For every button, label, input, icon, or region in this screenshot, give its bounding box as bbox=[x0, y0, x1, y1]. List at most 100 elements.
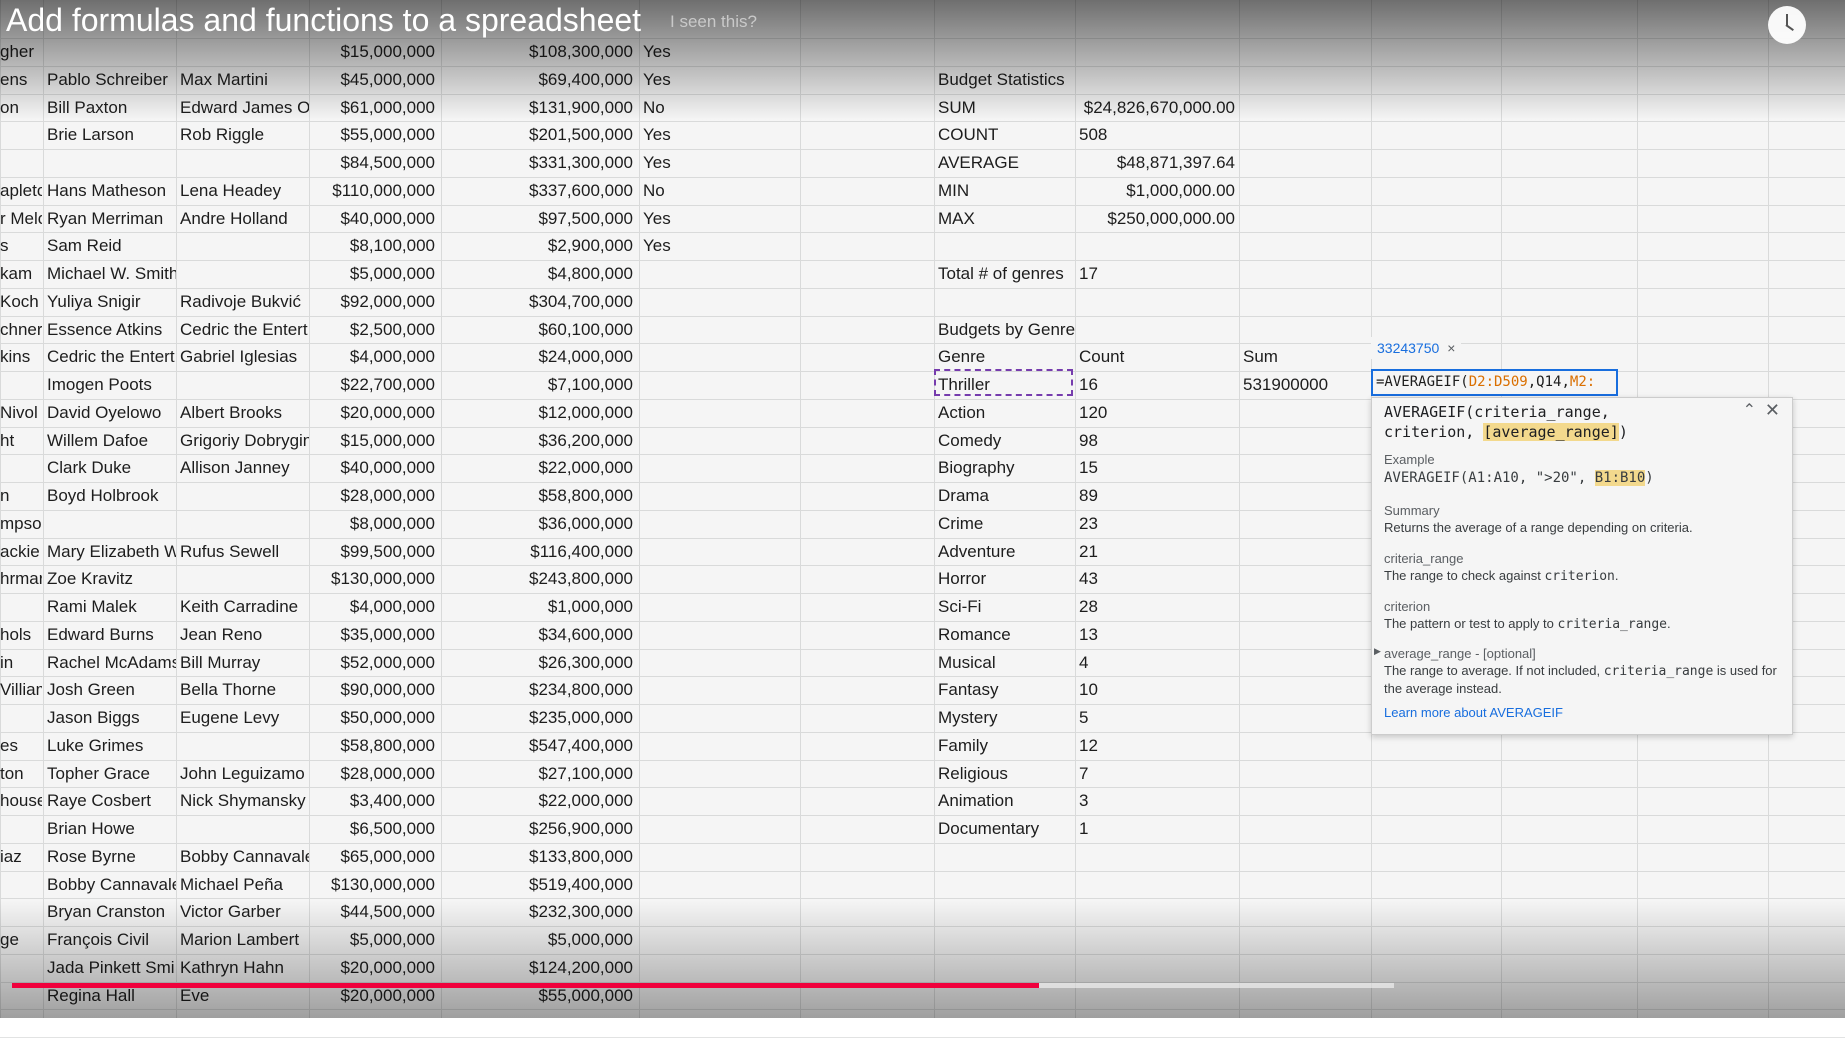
cell-actor-2[interactable]: Jada Pinkett Smi bbox=[47, 954, 176, 981]
genre-table-title[interactable]: Budgets by Genre bbox=[938, 316, 1138, 343]
genre-name[interactable]: Religious bbox=[938, 760, 1073, 787]
cell-actor-3[interactable]: Eugene Levy bbox=[180, 704, 309, 731]
cell-flag[interactable]: Yes bbox=[643, 232, 793, 259]
cell-lead-actor[interactable]: kins bbox=[0, 343, 42, 370]
genre-count[interactable]: 13 bbox=[1079, 621, 1219, 648]
cell-lead-actor[interactable]: ht bbox=[0, 427, 42, 454]
genres-total-label[interactable]: Total # of genres bbox=[938, 260, 1078, 287]
cell-gross[interactable]: $7,100,000 bbox=[441, 371, 633, 398]
chevron-up-icon[interactable]: ⌃ bbox=[1743, 400, 1756, 420]
cell-actor-3[interactable]: Bill Murray bbox=[180, 649, 309, 676]
cell-actor-2[interactable]: Brian Howe bbox=[47, 815, 176, 842]
cell-lead-actor[interactable] bbox=[0, 871, 42, 898]
cell-lead-actor[interactable]: Koch bbox=[0, 288, 42, 315]
cell-flag[interactable] bbox=[643, 454, 793, 481]
cell-budget[interactable]: $5,000,000 bbox=[309, 926, 435, 953]
cell-lead-actor[interactable]: ton bbox=[0, 760, 42, 787]
cell-gross[interactable]: $22,000,000 bbox=[441, 787, 633, 814]
cell-gross[interactable]: $26,300,000 bbox=[441, 649, 633, 676]
cell-flag[interactable] bbox=[643, 621, 793, 648]
cell-lead-actor[interactable]: house bbox=[0, 787, 42, 814]
watch-later-clock-icon[interactable] bbox=[1768, 6, 1806, 44]
close-icon[interactable]: ✕ bbox=[1765, 400, 1780, 421]
cell-gross[interactable]: $133,800,000 bbox=[441, 843, 633, 870]
cell-gross[interactable]: $58,800,000 bbox=[441, 482, 633, 509]
cell-gross[interactable]: $235,000,000 bbox=[441, 704, 633, 731]
stats-value[interactable]: 508 bbox=[1079, 121, 1235, 148]
cell-actor-2[interactable]: Essence Atkins bbox=[47, 316, 176, 343]
stats-label[interactable]: MIN bbox=[938, 177, 1073, 204]
cell-gross[interactable]: $5,000,000 bbox=[441, 926, 633, 953]
cell-budget[interactable]: $55,000,000 bbox=[309, 121, 435, 148]
cell-actor-3[interactable] bbox=[180, 260, 309, 287]
cell-actor-2[interactable] bbox=[47, 149, 176, 176]
cell-budget[interactable]: $92,000,000 bbox=[309, 288, 435, 315]
genre-name[interactable]: Family bbox=[938, 732, 1073, 759]
cell-gross[interactable]: $243,800,000 bbox=[441, 565, 633, 592]
cell-budget[interactable]: $50,000,000 bbox=[309, 704, 435, 731]
stats-value[interactable]: $1,000,000.00 bbox=[1079, 177, 1235, 204]
cell-flag[interactable] bbox=[643, 482, 793, 509]
cell-gross[interactable]: $2,900,000 bbox=[441, 232, 633, 259]
cell-lead-actor[interactable] bbox=[0, 149, 42, 176]
cell-gross[interactable]: $131,900,000 bbox=[441, 94, 633, 121]
cell-actor-2[interactable]: Josh Green bbox=[47, 676, 176, 703]
cell-actor-3[interactable]: Cedric the Entert bbox=[180, 316, 309, 343]
cell-budget[interactable]: $4,000,000 bbox=[309, 343, 435, 370]
cell-gross[interactable]: $36,000,000 bbox=[441, 510, 633, 537]
cell-lead-actor[interactable]: r Melo bbox=[0, 205, 42, 232]
cell-lead-actor[interactable]: ackie bbox=[0, 538, 42, 565]
cell-budget[interactable]: $35,000,000 bbox=[309, 621, 435, 648]
genre-count[interactable]: 16 bbox=[1079, 371, 1219, 398]
genre-name[interactable]: Documentary bbox=[938, 815, 1073, 842]
cell-flag[interactable]: Yes bbox=[643, 38, 793, 65]
genre-count[interactable]: 1 bbox=[1079, 815, 1219, 842]
cell-lead-actor[interactable]: chner bbox=[0, 316, 42, 343]
cell-gross[interactable]: $12,000,000 bbox=[441, 399, 633, 426]
cell-actor-3[interactable] bbox=[180, 565, 309, 592]
cell-gross[interactable]: $69,400,000 bbox=[441, 66, 633, 93]
cell-budget[interactable]: $3,400,000 bbox=[309, 787, 435, 814]
cell-gross[interactable]: $27,100,000 bbox=[441, 760, 633, 787]
cell-flag[interactable] bbox=[643, 316, 793, 343]
cell-gross[interactable]: $22,000,000 bbox=[441, 454, 633, 481]
cell-budget[interactable]: $40,000,000 bbox=[309, 205, 435, 232]
cell-budget[interactable]: $20,000,000 bbox=[309, 399, 435, 426]
cell-lead-actor[interactable] bbox=[0, 954, 42, 981]
cell-budget[interactable]: $90,000,000 bbox=[309, 676, 435, 703]
cell-actor-2[interactable]: Bobby Cannavale bbox=[47, 871, 176, 898]
cell-gross[interactable]: $36,200,000 bbox=[441, 427, 633, 454]
genre-count[interactable]: 89 bbox=[1079, 482, 1219, 509]
cell-actor-3[interactable]: Marion Lambert bbox=[180, 926, 309, 953]
cell-budget[interactable]: $2,500,000 bbox=[309, 316, 435, 343]
cell-actor-2[interactable]: Boyd Holbrook bbox=[47, 482, 176, 509]
cell-actor-2[interactable]: Edward Burns bbox=[47, 621, 176, 648]
cell-flag[interactable] bbox=[643, 760, 793, 787]
count-col-header[interactable]: Count bbox=[1079, 343, 1219, 370]
cell-gross[interactable]: $24,000,000 bbox=[441, 343, 633, 370]
stats-label[interactable]: AVERAGE bbox=[938, 149, 1073, 176]
cell-budget[interactable]: $20,000,000 bbox=[309, 954, 435, 981]
cell-lead-actor[interactable]: ens bbox=[0, 66, 42, 93]
genre-name[interactable]: Adventure bbox=[938, 538, 1073, 565]
cell-gross[interactable]: $4,800,000 bbox=[441, 260, 633, 287]
cell-flag[interactable] bbox=[643, 260, 793, 287]
cell-budget[interactable]: $61,000,000 bbox=[309, 94, 435, 121]
cell-budget[interactable]: $110,000,000 bbox=[309, 177, 435, 204]
cell-actor-3[interactable]: Lena Headey bbox=[180, 177, 309, 204]
cell-flag[interactable] bbox=[643, 815, 793, 842]
cell-actor-3[interactable]: Michael Peña bbox=[180, 871, 309, 898]
genre-name[interactable]: Horror bbox=[938, 565, 1073, 592]
cell-actor-2[interactable]: Sam Reid bbox=[47, 232, 176, 259]
cell-lead-actor[interactable]: Villiams bbox=[0, 676, 42, 703]
cell-gross[interactable]: $116,400,000 bbox=[441, 538, 633, 565]
cell-actor-2[interactable]: Yuliya Snigir bbox=[47, 288, 176, 315]
cell-gross[interactable]: $124,200,000 bbox=[441, 954, 633, 981]
cell-budget[interactable]: $45,000,000 bbox=[309, 66, 435, 93]
cell-actor-2[interactable]: Luke Grimes bbox=[47, 732, 176, 759]
cell-lead-actor[interactable]: mpson bbox=[0, 510, 42, 537]
cell-actor-3[interactable]: Bobby Cannavale bbox=[180, 843, 309, 870]
cell-flag[interactable] bbox=[643, 787, 793, 814]
genre-name[interactable]: Crime bbox=[938, 510, 1073, 537]
cell-flag[interactable] bbox=[643, 871, 793, 898]
